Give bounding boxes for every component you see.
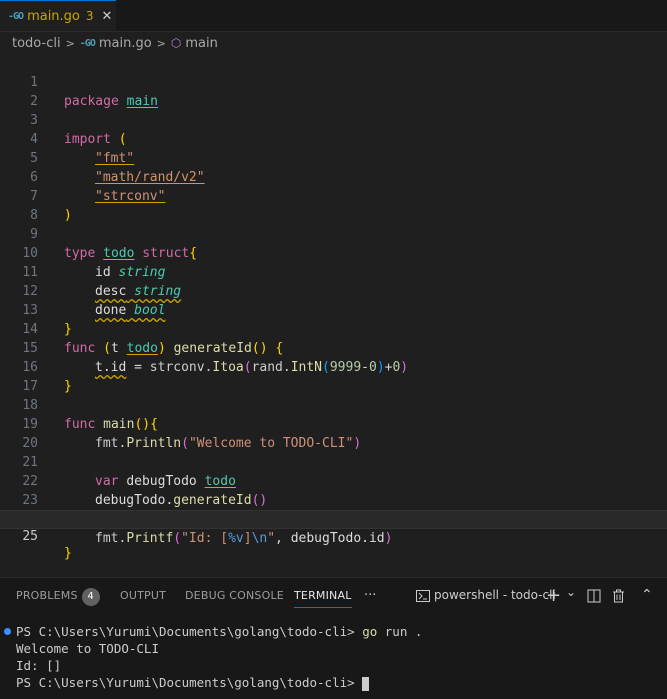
code-editor[interactable]: 1 package main 2 3 import ( 4 "fmt" 5 "m… <box>0 54 667 574</box>
terminal-cursor <box>362 676 370 691</box>
tab-output[interactable]: OUTPUT <box>120 578 166 613</box>
code-line[interactable]: 17 <box>0 358 667 394</box>
trash-icon[interactable] <box>612 578 625 613</box>
line-number: 25 <box>22 529 38 544</box>
more-actions-icon[interactable]: ··· <box>364 578 376 613</box>
tab-debug-console[interactable]: DEBUG CONSOLE <box>185 578 284 613</box>
code-line[interactable]: 12 done bool <box>0 263 667 318</box>
go-file-icon: -GO <box>8 10 24 22</box>
code-line[interactable]: 7 ) <box>0 168 667 223</box>
panel-tab-bar: PROBLEMS 4 OUTPUT DEBUG CONSOLE TERMINAL … <box>0 578 667 613</box>
code-line[interactable]: 1 package main <box>0 54 667 109</box>
code-line[interactable]: 2 <box>0 73 667 109</box>
symbol-package-icon: ⬡ <box>170 36 182 50</box>
code-line[interactable]: 3 import ( <box>0 92 667 147</box>
terminal-line: Welcome to TODO-CLI <box>16 641 159 656</box>
code-token: } <box>64 546 72 561</box>
breadcrumb-folder[interactable]: todo-cli <box>12 36 61 51</box>
chevron-right-icon: > <box>65 36 75 50</box>
terminal-output[interactable]: PS C:\Users\Yurumi\Documents\golang\todo… <box>0 623 667 691</box>
code-line[interactable]: 8 <box>0 187 667 223</box>
code-line[interactable]: 15 t.id = strconv.Itoa(rand.IntN(9999-0)… <box>0 320 667 375</box>
code-line[interactable]: 10 id string <box>0 225 667 280</box>
code-line[interactable]: 16 } <box>0 339 667 394</box>
chevron-right-icon: > <box>156 36 166 50</box>
add-terminal-icon[interactable]: + <box>546 578 561 613</box>
maximize-panel-icon[interactable]: ⌃ <box>641 578 653 613</box>
breadcrumb-symbol[interactable]: main <box>185 36 217 51</box>
code-line[interactable]: 19 fmt.Println("Welcome to TODO-CLI") <box>0 396 667 451</box>
breadcrumb-file[interactable]: main.go <box>99 36 152 51</box>
bottom-panel: PROBLEMS 4 OUTPUT DEBUG CONSOLE TERMINAL … <box>0 577 667 699</box>
code-line[interactable]: 13 } <box>0 282 667 337</box>
code-line[interactable]: 22 debugTodo.generateId() <box>0 453 667 508</box>
code-line[interactable]: 9 type todo struct{ <box>0 206 667 261</box>
code-line[interactable]: 11 desc string <box>0 244 667 299</box>
problems-count-badge: 4 <box>81 588 100 606</box>
command-decoration-icon[interactable] <box>4 628 11 635</box>
editor-tab-main-go[interactable]: -GO main.go 3 ✕ <box>0 0 116 31</box>
terminal-line: PS C:\Users\Yurumi\Documents\golang\todo… <box>0 623 667 640</box>
tab-problems[interactable]: PROBLEMS 4 <box>16 578 100 613</box>
tab-terminal[interactable]: TERMINAL <box>294 578 352 613</box>
terminal-selector[interactable]: powershell - todo-cli <box>416 578 556 613</box>
tab-bar: -GO main.go 3 ✕ <box>0 0 667 32</box>
chevron-down-icon[interactable]: ⌄ <box>566 575 576 610</box>
tab-label: main.go <box>27 8 80 24</box>
code-line[interactable]: 14 func (t todo) generateId() { <box>0 301 667 356</box>
code-line[interactable]: 4 "fmt" <box>0 111 667 166</box>
code-line[interactable]: 21 var debugTodo todo <box>0 434 667 489</box>
go-file-icon: -GO <box>79 37 96 49</box>
terminal-line: Id: [] <box>16 658 62 673</box>
code-line[interactable]: 6 "strconv" <box>0 149 667 204</box>
terminal-line: PS C:\Users\Yurumi\Documents\golang\todo… <box>0 674 667 691</box>
terminal-icon <box>416 589 430 602</box>
code-line-current[interactable]: 25 } <box>0 510 667 561</box>
tab-problem-count: 3 <box>85 9 94 23</box>
code-line[interactable]: 23 <box>0 472 667 508</box>
split-terminal-icon[interactable] <box>587 578 601 613</box>
code-line[interactable]: 18 func main(){ <box>0 377 667 432</box>
breadcrumb: todo-cli > -GO main.go > ⬡ main <box>0 32 667 54</box>
code-line[interactable]: 5 "math/rand/v2" <box>0 130 667 185</box>
code-line[interactable]: 20 <box>0 415 667 451</box>
code-line[interactable]: 24 fmt.Printf("Id: [%v]\n", debugTodo.id… <box>0 491 667 546</box>
close-icon[interactable]: ✕ <box>102 9 113 24</box>
